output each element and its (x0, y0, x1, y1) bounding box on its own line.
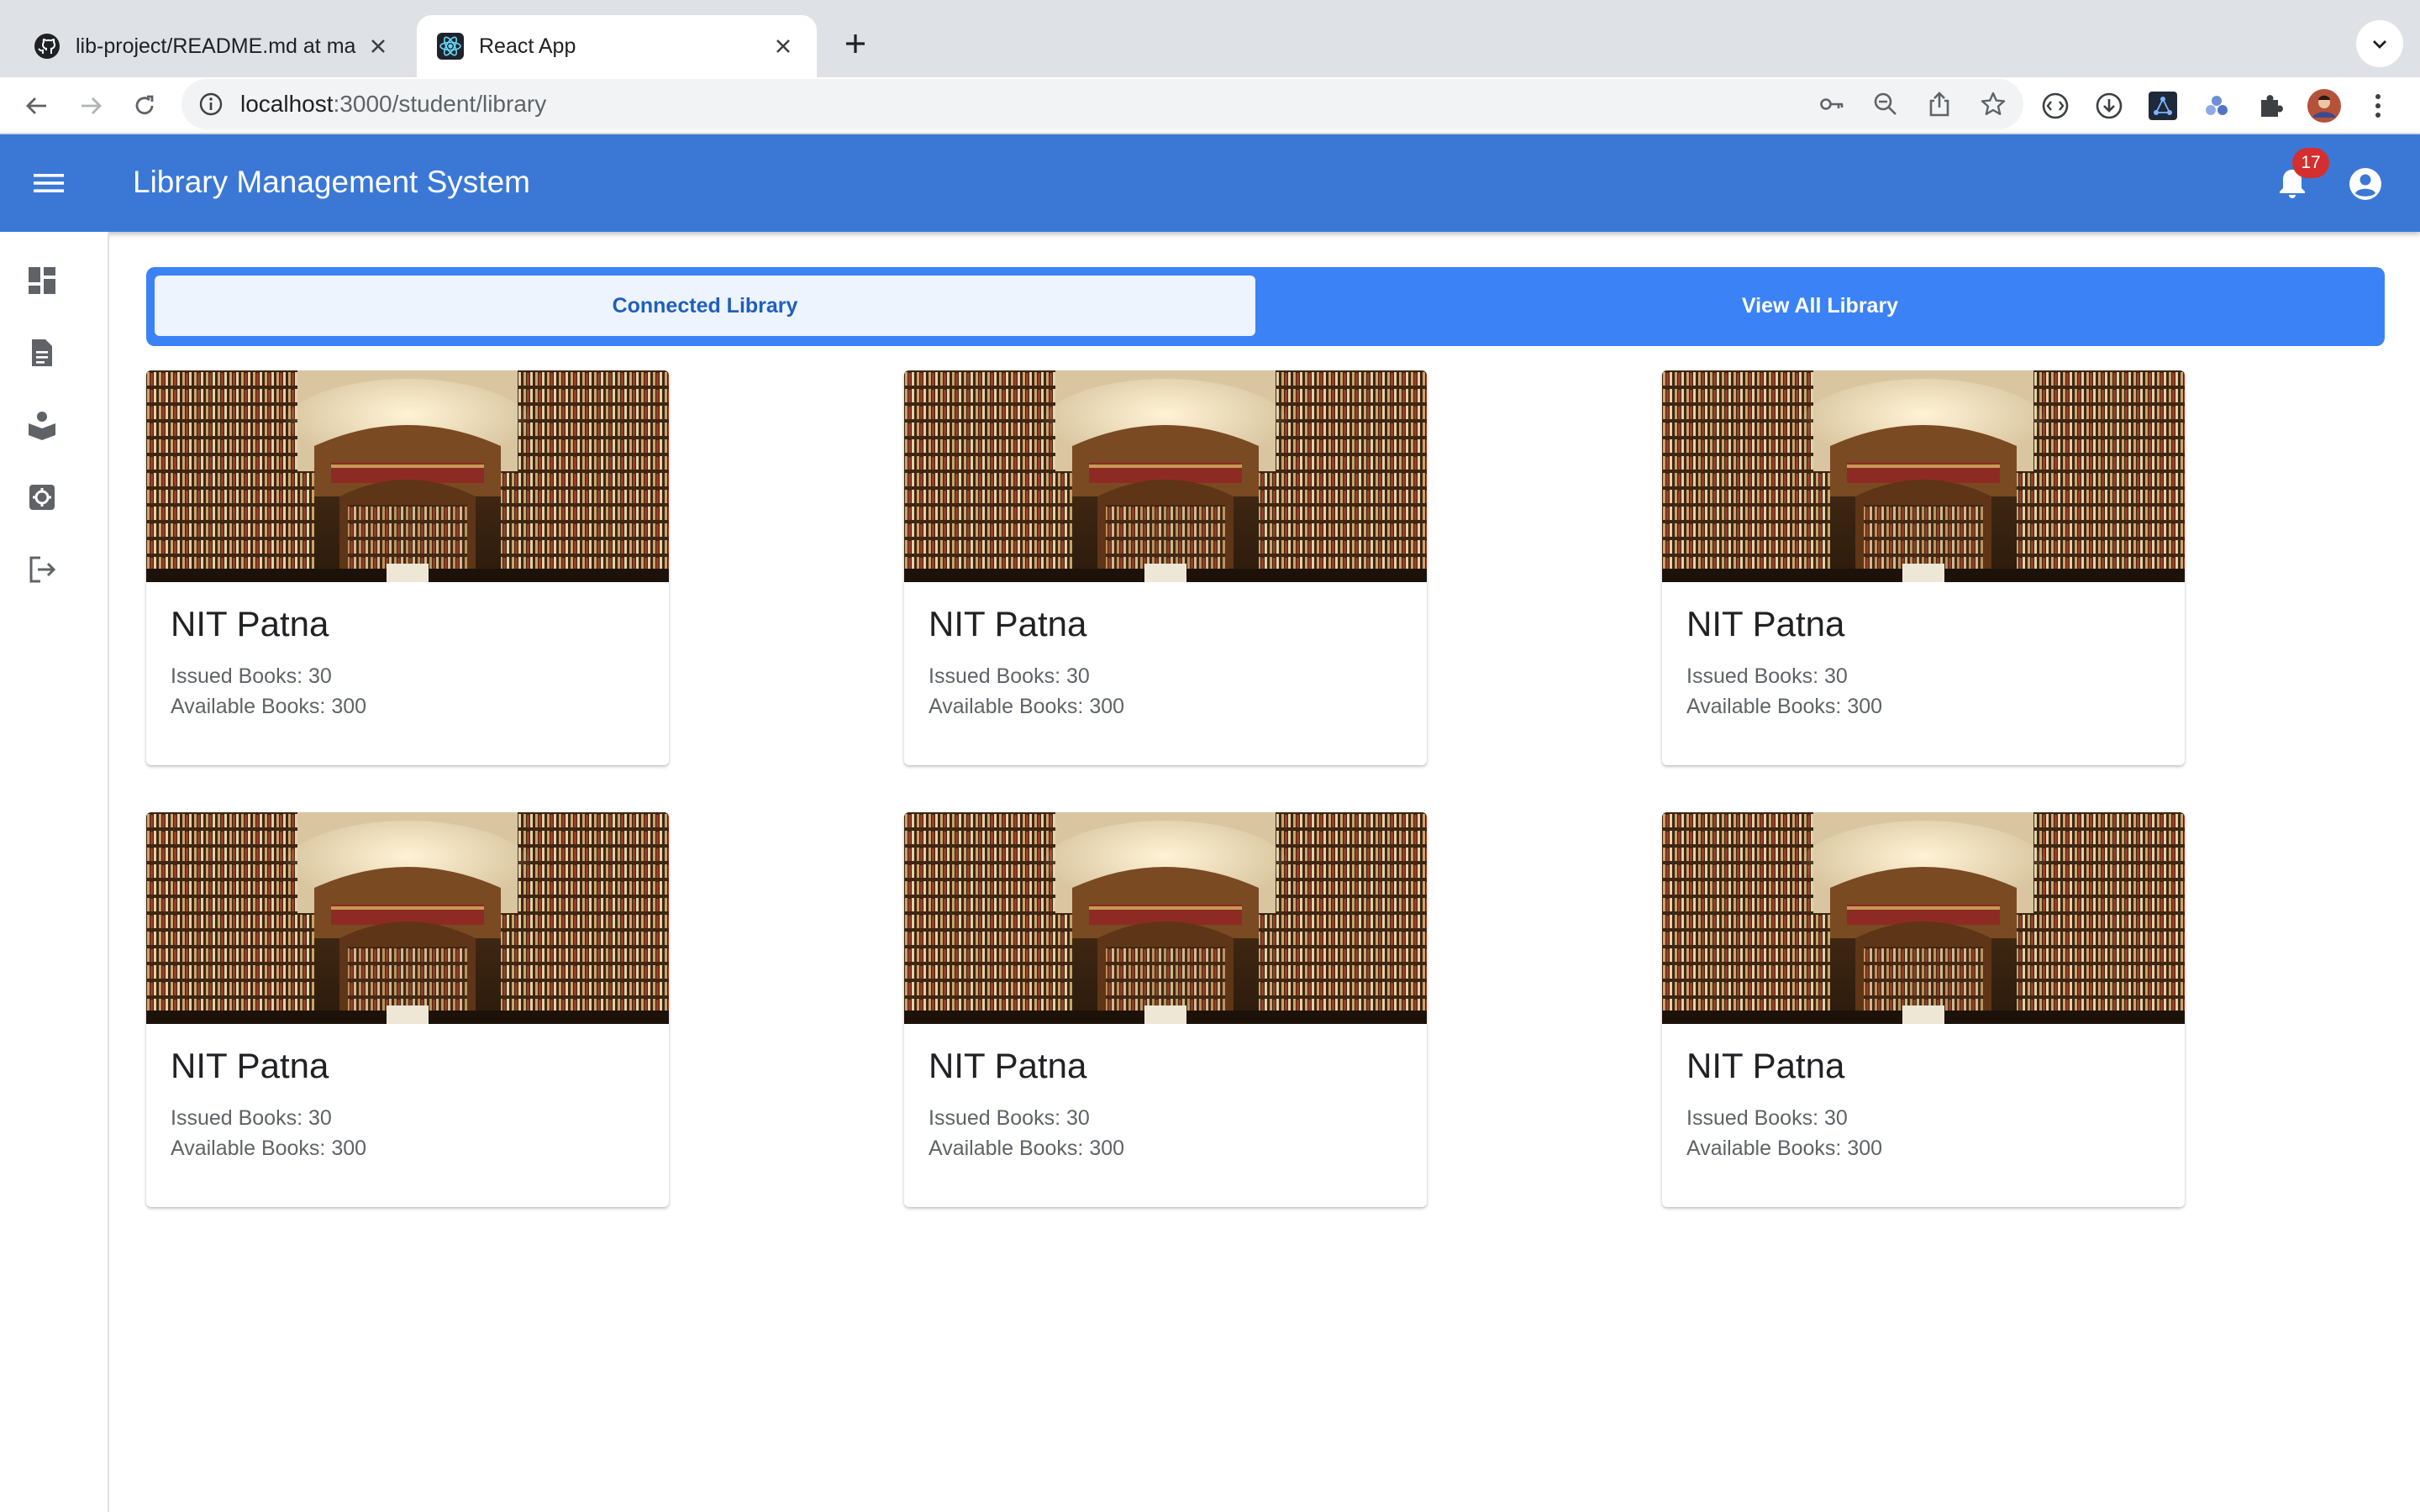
library-name: NIT Patna (1686, 604, 1845, 643)
extension-graph-icon[interactable] (2146, 89, 2180, 123)
available-books: Available Books: 300 (171, 1137, 367, 1160)
available-books: Available Books: 300 (1686, 1137, 1883, 1160)
github-icon (34, 33, 60, 60)
browser-toolbar: localhost:3000/student/library (0, 77, 2420, 134)
star-icon[interactable] (1980, 91, 2007, 118)
issued-books: Issued Books: 30 (1686, 664, 1848, 688)
browser-tab-react-app[interactable]: React App (417, 15, 817, 77)
arrow-left-icon (26, 97, 46, 114)
browser-tab-github[interactable]: lib-project/README.md at main (13, 15, 412, 77)
back-button[interactable] (15, 84, 59, 128)
kebab-menu-icon[interactable] (2361, 89, 2395, 123)
profile-avatar[interactable] (2307, 89, 2341, 123)
url-host: localhost (240, 91, 334, 117)
library-card[interactable]: NIT Patna Issued Books: 30 Available Boo… (904, 370, 1427, 765)
library-name: NIT Patna (929, 604, 1087, 643)
plus-icon (846, 34, 865, 53)
available-books: Available Books: 300 (929, 1137, 1125, 1160)
address-bar[interactable]: localhost:3000/student/library (182, 79, 2023, 129)
tab-connected-library[interactable]: Connected Library (155, 276, 1255, 336)
issued-books: Issued Books: 30 (929, 664, 1090, 688)
library-image (1662, 812, 2185, 1024)
library-card[interactable]: NIT Patna Issued Books: 30 Available Boo… (146, 812, 669, 1207)
tab-search-button[interactable] (2356, 20, 2403, 67)
app-title: Library Management System (133, 165, 530, 199)
sidebar (0, 232, 109, 1512)
extension-download-icon[interactable] (2092, 89, 2126, 123)
new-tab-button[interactable] (832, 20, 879, 67)
app-bar: Library Management System (0, 134, 2420, 232)
sidebar-item-documents[interactable] (22, 333, 62, 373)
browser-tab-title: React App (479, 34, 576, 58)
browser-tab-title: lib-project/README.md at main (76, 34, 356, 58)
issued-books: Issued Books: 30 (1686, 1106, 1848, 1130)
sidebar-item-library[interactable] (22, 405, 62, 445)
dashboard-icon (29, 267, 55, 294)
close-icon[interactable] (770, 33, 797, 60)
chevron-down-icon (2373, 40, 2386, 49)
library-card[interactable]: NIT Patna Issued Books: 30 Available Boo… (1662, 370, 2185, 765)
logout-icon (29, 556, 56, 583)
url-path: :3000/student/library (333, 91, 547, 117)
issued-books: Issued Books: 30 (929, 1106, 1090, 1130)
settings-icon (29, 485, 55, 510)
zoom-out-icon[interactable] (1872, 91, 1899, 118)
library-name: NIT Patna (171, 1046, 329, 1085)
tab-view-all-library[interactable]: View All Library (1264, 276, 2376, 336)
key-icon[interactable] (1818, 91, 1845, 118)
sidebar-item-settings[interactable] (22, 477, 62, 517)
menu-icon (34, 174, 64, 192)
react-icon (437, 33, 464, 60)
reload-button[interactable] (123, 84, 166, 128)
info-icon[interactable] (198, 92, 224, 117)
puzzle-icon[interactable] (2254, 89, 2287, 123)
library-card[interactable]: NIT Patna Issued Books: 30 Available Boo… (904, 812, 1427, 1207)
close-icon[interactable] (365, 33, 392, 60)
browser-tab-strip: lib-project/README.md at main React App (0, 0, 2420, 77)
library-image (146, 370, 669, 582)
account-circle-icon (2349, 168, 2381, 200)
sidebar-item-logout[interactable] (22, 549, 62, 590)
available-books: Available Books: 300 (929, 695, 1125, 718)
account-button[interactable] (2344, 163, 2386, 205)
available-books: Available Books: 300 (171, 695, 367, 718)
library-name: NIT Patna (929, 1046, 1087, 1085)
extension-molecule-icon[interactable] (2200, 89, 2233, 123)
arrow-right-icon (82, 97, 102, 114)
library-image (1662, 370, 2185, 582)
library-card[interactable]: NIT Patna Issued Books: 30 Available Boo… (146, 370, 669, 765)
available-books: Available Books: 300 (1686, 695, 1883, 718)
issued-books: Issued Books: 30 (171, 664, 332, 688)
extension-code-icon[interactable] (2039, 89, 2072, 123)
library-card[interactable]: NIT Patna Issued Books: 30 Available Boo… (1662, 812, 2185, 1207)
hamburger-menu-button[interactable] (25, 160, 72, 207)
library-tabs: Connected Library View All Library (146, 267, 2385, 346)
library-name: NIT Patna (171, 604, 329, 643)
issued-books: Issued Books: 30 (171, 1106, 332, 1130)
library-image (146, 812, 669, 1024)
description-icon (32, 339, 52, 366)
reader-icon (29, 412, 55, 440)
library-image (904, 370, 1427, 582)
notification-badge: 17 (2292, 148, 2329, 178)
share-icon[interactable] (1926, 91, 1953, 118)
sidebar-item-dashboard[interactable] (22, 260, 62, 301)
url-text: localhost:3000/student/library (240, 91, 546, 118)
forward-button[interactable] (69, 84, 113, 128)
library-image (904, 812, 1427, 1024)
reload-icon (135, 95, 154, 115)
library-name: NIT Patna (1686, 1046, 1845, 1085)
